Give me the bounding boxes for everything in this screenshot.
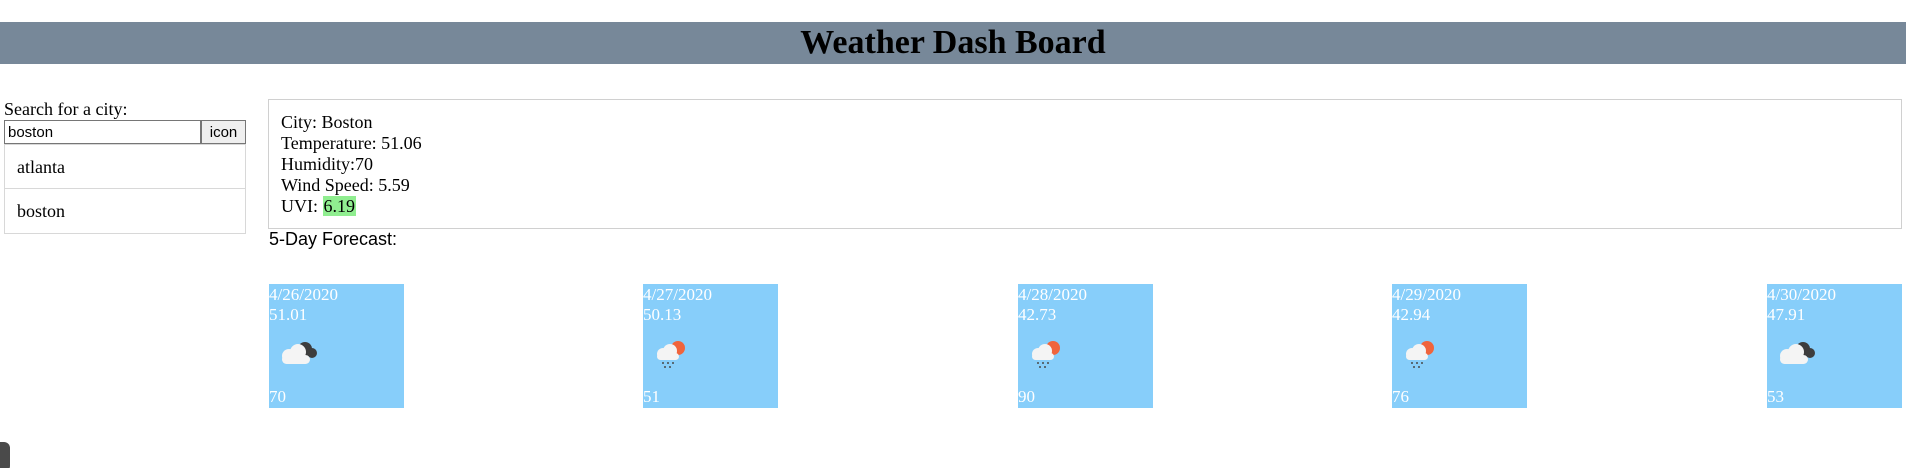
forecast-card: 4/26/2020 51.01 70 <box>269 284 404 408</box>
forecast-temp: 51.01 <box>269 305 308 324</box>
history-item-atlanta[interactable]: atlanta <box>4 144 246 189</box>
page-title: Weather Dash Board <box>800 24 1106 61</box>
current-temperature: Temperature: 51.06 <box>281 133 422 153</box>
forecast-humidity: 70 <box>269 387 286 406</box>
forecast-card: 4/30/2020 47.91 53 <box>1767 284 1902 408</box>
page: Weather Dash Board Search for a city: ic… <box>0 0 1906 468</box>
forecast-card: 4/29/2020 42.94 76 <box>1392 284 1527 408</box>
cloudy-icon <box>1780 342 1815 364</box>
forecast-date: 4/26/2020 <box>269 285 338 304</box>
forecast-temp: 42.94 <box>1392 305 1431 324</box>
current-uvi: UVI: 6.19 <box>281 196 1889 217</box>
forecast-card: 4/27/2020 50.13 51 <box>643 284 778 408</box>
forecast-temp: 42.73 <box>1018 305 1057 324</box>
sidebar: Search for a city: icon atlanta boston <box>4 98 246 234</box>
forecast-temp: 47.91 <box>1767 305 1806 324</box>
forecast-humidity: 51 <box>643 387 660 406</box>
corner-widget[interactable] <box>0 442 10 468</box>
sun-rain-icon <box>1032 341 1060 368</box>
forecast-date: 4/30/2020 <box>1767 285 1836 304</box>
forecast-date: 4/29/2020 <box>1392 285 1461 304</box>
forecast-card: 4/28/2020 42.73 90 <box>1018 284 1153 408</box>
search-row: icon <box>4 120 246 144</box>
forecast-humidity: 53 <box>1767 387 1784 406</box>
forecast-title: 5-Day Forecast: <box>269 229 398 249</box>
forecast-date: 4/28/2020 <box>1018 285 1087 304</box>
forecast-humidity: 90 <box>1018 387 1035 406</box>
current-humidity: Humidity:70 <box>281 154 374 174</box>
header-bar: Weather Dash Board <box>0 22 1906 64</box>
search-history-list: atlanta boston <box>4 144 246 234</box>
current-wind-speed: Wind Speed: 5.59 <box>281 175 410 195</box>
search-button[interactable]: icon <box>201 120 246 144</box>
uvi-value-badge: 6.19 <box>322 196 356 216</box>
current-weather-panel: City: Boston Temperature: 51.06 Humidity… <box>268 99 1902 229</box>
sun-rain-icon <box>657 341 685 368</box>
forecast-date: 4/27/2020 <box>643 285 712 304</box>
current-city: City: Boston <box>281 112 373 132</box>
forecast-humidity: 76 <box>1392 387 1409 406</box>
history-item-boston[interactable]: boston <box>4 189 246 234</box>
uvi-label: UVI: <box>281 196 323 216</box>
search-label: Search for a city: <box>4 99 128 119</box>
forecast-temp: 50.13 <box>643 305 682 324</box>
sun-rain-icon <box>1406 341 1434 368</box>
cloudy-icon <box>282 342 317 364</box>
search-input[interactable] <box>4 120 201 144</box>
